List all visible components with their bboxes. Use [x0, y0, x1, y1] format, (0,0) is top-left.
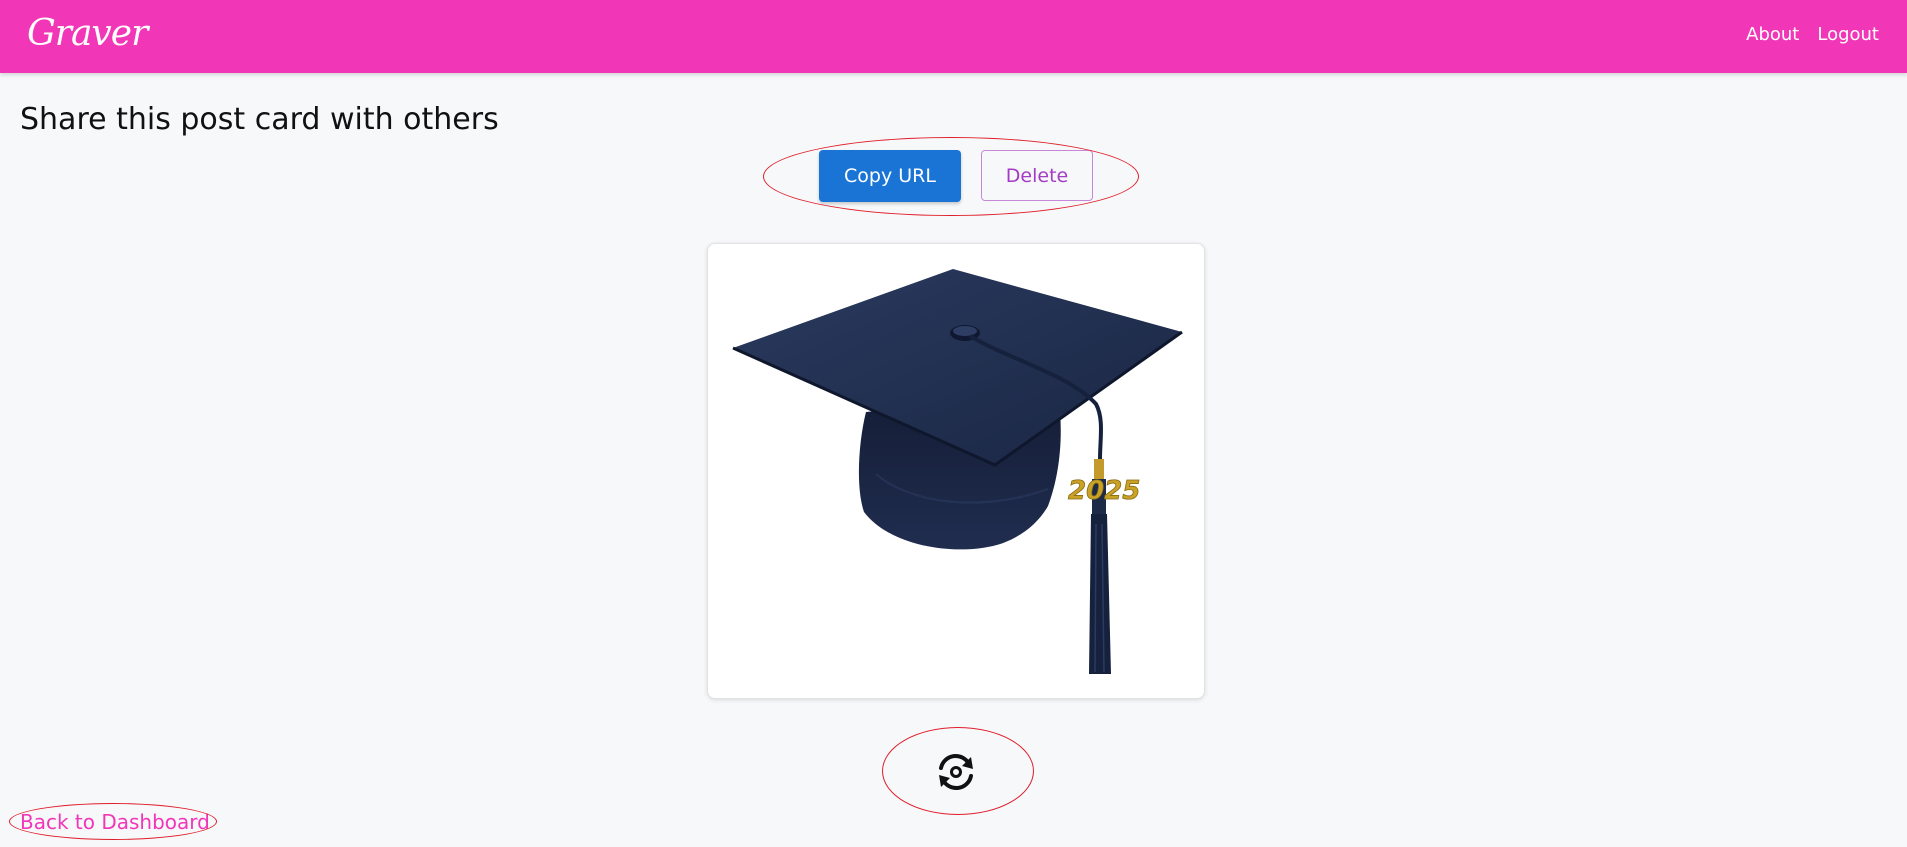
back-to-dashboard-link[interactable]: Back to Dashboard	[20, 809, 210, 835]
rotate-button[interactable]	[932, 750, 980, 794]
brand-logo[interactable]: Graver	[27, 12, 148, 56]
nav-link-logout[interactable]: Logout	[1817, 24, 1879, 46]
page-title: Share this post card with others	[20, 102, 499, 137]
nav-link-about[interactable]: About	[1746, 24, 1799, 46]
nav-links: About Logout	[1746, 24, 1879, 46]
copy-url-button[interactable]: Copy URL	[819, 150, 961, 202]
year-charm-text: 2025	[1068, 476, 1140, 506]
top-navbar: Graver About Logout	[0, 0, 1907, 73]
rotate-icon	[939, 753, 973, 791]
graduation-cap-image: 2025	[732, 269, 1183, 674]
postcard-card: 2025	[707, 243, 1205, 699]
delete-button[interactable]: Delete	[981, 150, 1093, 201]
